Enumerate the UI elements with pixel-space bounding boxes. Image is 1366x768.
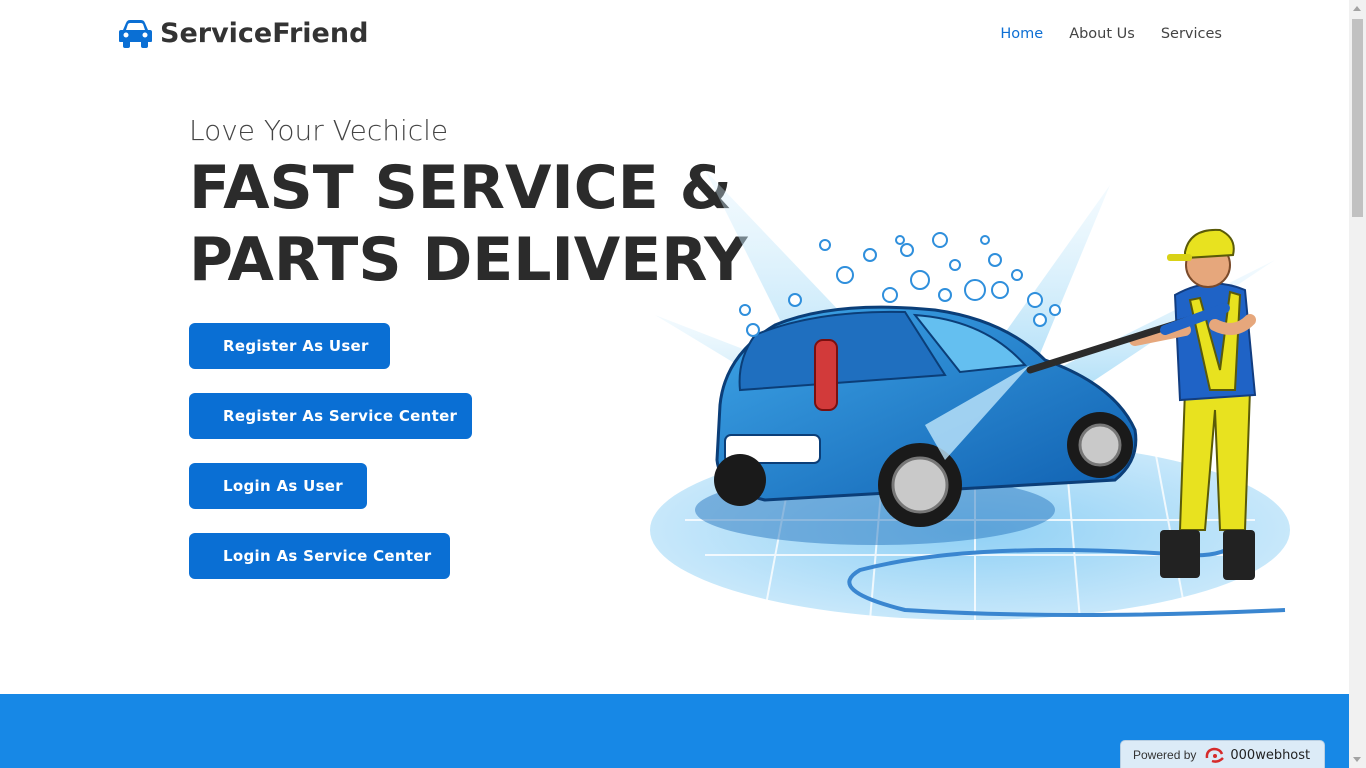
powered-by-label: Powered by	[1133, 748, 1197, 762]
powered-by-badge[interactable]: Powered by 000webhost	[1120, 740, 1325, 768]
brand-logo[interactable]: ServiceFriend	[119, 18, 368, 49]
000webhost-logo-icon	[1206, 747, 1225, 763]
register-user-button[interactable]: Register As User	[189, 323, 390, 369]
scroll-thumb[interactable]	[1352, 19, 1363, 217]
vertical-scrollbar[interactable]	[1349, 0, 1366, 768]
hero-subtitle: Love Your Vechicle	[189, 114, 449, 147]
site-header: ServiceFriend Home About Us Services	[0, 0, 1349, 70]
login-service-center-button[interactable]: Login As Service Center	[189, 533, 450, 579]
scroll-up-arrow-icon[interactable]	[1353, 6, 1361, 11]
nav-services[interactable]: Services	[1161, 26, 1222, 42]
login-user-button[interactable]: Login As User	[189, 463, 367, 509]
car-wash-illustration	[650, 170, 1290, 621]
host-name: 000webhost	[1230, 747, 1311, 763]
main-nav: Home About Us Services	[1000, 26, 1222, 42]
nav-about-us[interactable]: About Us	[1069, 26, 1135, 42]
car-icon	[119, 19, 152, 48]
brand-name: ServiceFriend	[160, 18, 369, 49]
scroll-down-arrow-icon[interactable]	[1353, 757, 1361, 762]
nav-home[interactable]: Home	[1000, 26, 1043, 42]
register-service-center-button[interactable]: Register As Service Center	[189, 393, 472, 439]
